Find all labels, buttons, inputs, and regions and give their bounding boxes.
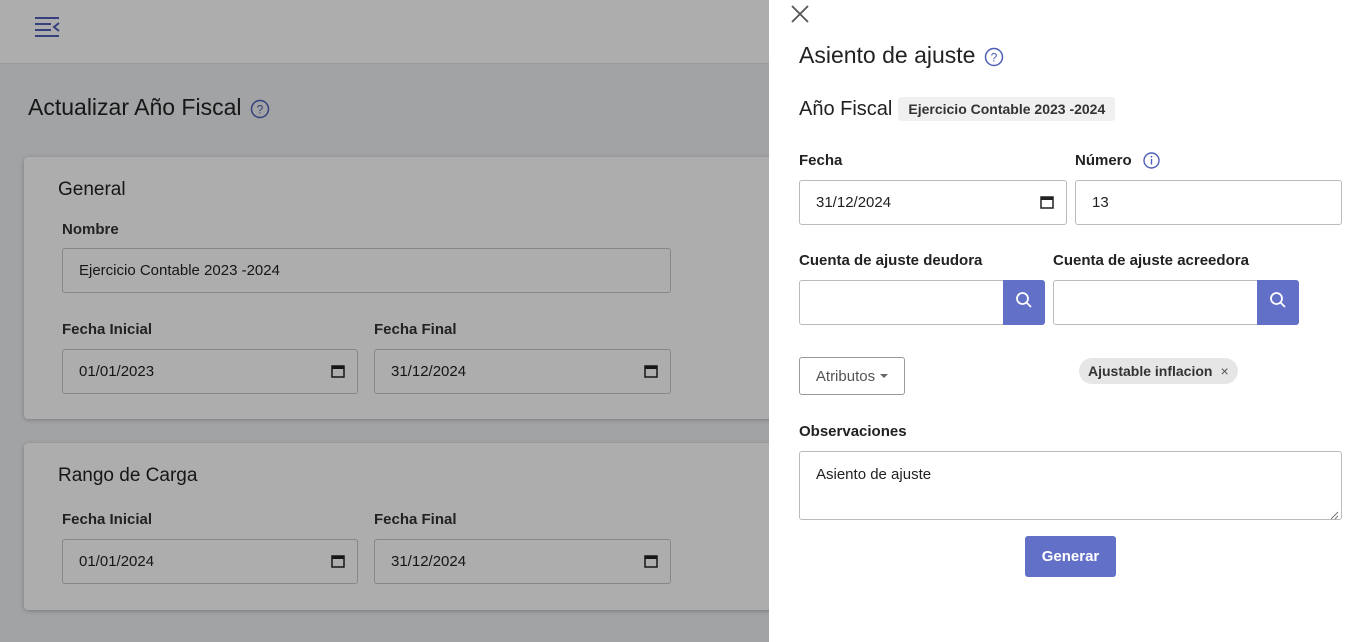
fecha-input[interactable]: 31/12/2024	[799, 180, 1067, 225]
fecha-value: 31/12/2024	[816, 194, 892, 211]
help-icon[interactable]: ?	[984, 46, 1004, 66]
caret-down-icon	[880, 374, 889, 378]
panel-title: Asiento de ajuste ?	[799, 42, 1004, 69]
close-icon[interactable]	[790, 4, 810, 24]
info-icon[interactable]	[1142, 152, 1160, 169]
observaciones-textarea[interactable]: Asiento de ajuste	[799, 451, 1342, 520]
calendar-icon[interactable]	[1040, 195, 1054, 209]
search-icon	[1269, 291, 1287, 314]
fiscal-year-label: Año Fiscal	[799, 97, 893, 120]
attribute-chip-label: Ajustable inflacion	[1088, 363, 1213, 379]
observaciones-label: Observaciones	[799, 423, 907, 440]
numero-value: 13	[1092, 194, 1109, 211]
remove-chip-icon[interactable]: ×	[1220, 363, 1228, 379]
deudora-search-button[interactable]	[1003, 280, 1045, 325]
svg-text:?: ?	[991, 50, 998, 64]
side-panel: Asiento de ajuste ? Año Fiscal Ejercicio…	[769, 0, 1357, 642]
deudora-input[interactable]	[799, 280, 1004, 325]
numero-label: Número	[1075, 152, 1132, 169]
panel-title-text: Asiento de ajuste	[799, 42, 976, 68]
attribute-chip: Ajustable inflacion ×	[1079, 358, 1238, 384]
fiscal-year-row: Año Fiscal Ejercicio Contable 2023 -2024	[799, 97, 1116, 121]
numero-label-row: Número	[1075, 152, 1160, 169]
fiscal-year-badge: Ejercicio Contable 2023 -2024	[898, 97, 1116, 121]
acreedora-label: Cuenta de ajuste acreedora	[1053, 252, 1249, 269]
generate-button[interactable]: Generar	[1025, 536, 1116, 577]
fecha-label: Fecha	[799, 152, 843, 169]
resize-handle-icon[interactable]	[1329, 507, 1339, 520]
deudora-label: Cuenta de ajuste deudora	[799, 252, 983, 269]
observaciones-value: Asiento de ajuste	[816, 466, 932, 483]
numero-input[interactable]: 13	[1075, 180, 1342, 225]
search-icon	[1015, 291, 1033, 314]
attributes-dropdown-button[interactable]: Atributos	[799, 357, 905, 395]
attributes-button-label: Atributos	[815, 367, 876, 385]
acreedora-search-button[interactable]	[1257, 280, 1299, 325]
acreedora-input[interactable]	[1053, 280, 1258, 325]
